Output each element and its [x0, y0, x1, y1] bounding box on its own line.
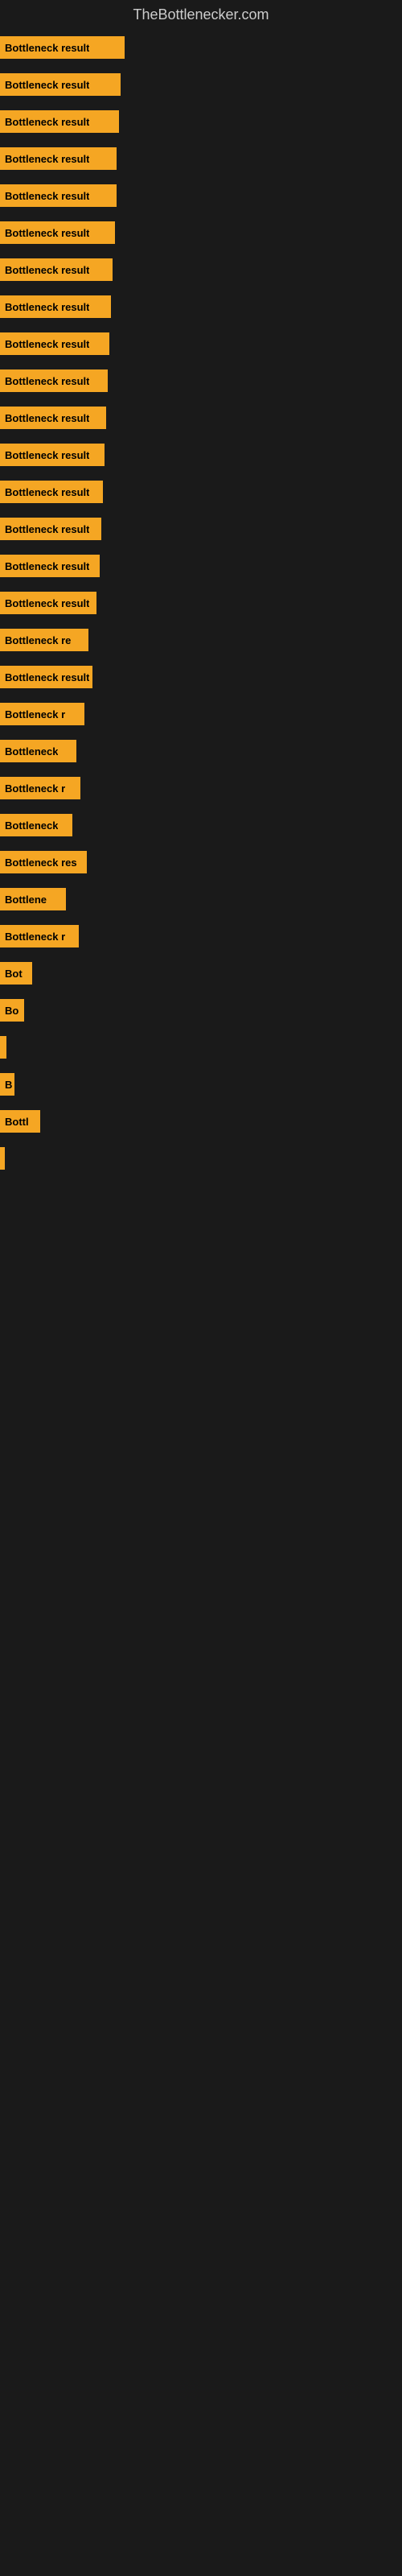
bar-label: Bottleneck res	[5, 857, 77, 869]
bar-label: Bottleneck result	[5, 338, 89, 350]
bar-label: Bottleneck result	[5, 301, 89, 313]
bottleneck-bar: Bottleneck result	[0, 444, 105, 466]
bar-row: Bo	[0, 993, 402, 1028]
bottleneck-bar: Bottl	[0, 1110, 40, 1133]
bar-label: Bottleneck result	[5, 486, 89, 498]
bottleneck-bar	[0, 1147, 5, 1170]
bottleneck-bar: Bo	[0, 999, 24, 1022]
bar-row: Bottleneck re	[0, 622, 402, 658]
bar-label: Bottleneck re	[5, 634, 71, 646]
bar-label: Bot	[5, 968, 23, 980]
bar-label: Bottleneck result	[5, 449, 89, 461]
bar-row: Bottleneck result	[0, 67, 402, 102]
bar-label: Bottleneck result	[5, 671, 89, 683]
bar-row	[0, 1030, 402, 1065]
bar-row: Bottlene	[0, 881, 402, 917]
bar-label: Bottleneck r	[5, 782, 65, 795]
bottleneck-bar: Bottleneck	[0, 740, 76, 762]
bottleneck-bar: Bottleneck result	[0, 407, 106, 429]
bottleneck-bar: Bottleneck result	[0, 258, 113, 281]
bottleneck-bar: Bottleneck result	[0, 555, 100, 577]
bottleneck-bar: Bottleneck result	[0, 666, 92, 688]
bar-label: Bottleneck result	[5, 79, 89, 91]
bottleneck-bar: Bottleneck result	[0, 518, 101, 540]
bar-label: Bottleneck result	[5, 375, 89, 387]
bar-label: Bottleneck result	[5, 116, 89, 128]
bottleneck-bar: Bottleneck result	[0, 110, 119, 133]
bottleneck-bar: Bottleneck result	[0, 369, 108, 392]
bar-row: Bottl	[0, 1104, 402, 1139]
bar-label: Bo	[5, 1005, 18, 1017]
bar-row: Bottleneck result	[0, 30, 402, 65]
bottleneck-bar: Bottleneck result	[0, 147, 117, 170]
bar-label: Bottleneck result	[5, 264, 89, 276]
bottleneck-bar: Bottleneck r	[0, 925, 79, 947]
bottleneck-bar: Bottleneck re	[0, 629, 88, 651]
bar-row: Bottleneck result	[0, 252, 402, 287]
bar-row: Bottleneck r	[0, 919, 402, 954]
bar-label: Bottleneck	[5, 819, 58, 832]
bottleneck-bar: Bottleneck result	[0, 184, 117, 207]
site-title: TheBottlenecker.com	[0, 0, 402, 30]
bar-row: Bottleneck result	[0, 474, 402, 510]
bottleneck-bar: Bottleneck result	[0, 73, 121, 96]
bar-row: Bottleneck r	[0, 770, 402, 806]
bottleneck-bar: Bottlene	[0, 888, 66, 910]
bottleneck-bar: Bottleneck r	[0, 703, 84, 725]
bar-label: Bottleneck	[5, 745, 58, 758]
bar-row: Bottleneck r	[0, 696, 402, 732]
bar-label: Bottleneck result	[5, 412, 89, 424]
bottleneck-bar: Bottleneck r	[0, 777, 80, 799]
bottleneck-bar: Bottleneck result	[0, 332, 109, 355]
bar-row: Bottleneck result	[0, 215, 402, 250]
bar-label: Bottleneck result	[5, 42, 89, 54]
bar-label: Bottleneck result	[5, 227, 89, 239]
bar-label: B	[5, 1079, 12, 1091]
bottleneck-bar: B	[0, 1073, 14, 1096]
bar-row: Bottleneck result	[0, 326, 402, 361]
bar-label: Bottleneck r	[5, 708, 65, 720]
bar-row: Bottleneck result	[0, 585, 402, 621]
bar-label: Bottleneck result	[5, 597, 89, 609]
bar-row: Bottleneck	[0, 733, 402, 769]
bar-row: Bottleneck result	[0, 141, 402, 176]
bottleneck-bar: Bottleneck result	[0, 592, 96, 614]
bottleneck-bar: Bottleneck result	[0, 481, 103, 503]
bar-row: Bottleneck result	[0, 659, 402, 695]
bottleneck-bar: Bottleneck res	[0, 851, 87, 873]
bar-row: Bottleneck result	[0, 289, 402, 324]
bar-label: Bottleneck result	[5, 560, 89, 572]
bar-label: Bottleneck result	[5, 523, 89, 535]
bottleneck-bar: Bottleneck result	[0, 221, 115, 244]
bar-row	[0, 1141, 402, 1176]
bar-row: Bot	[0, 956, 402, 991]
bottleneck-bar: Bottleneck	[0, 814, 72, 836]
bar-row: Bottleneck res	[0, 844, 402, 880]
bar-row: Bottleneck result	[0, 437, 402, 473]
bottleneck-bar: Bot	[0, 962, 32, 985]
bar-label: Bottleneck result	[5, 190, 89, 202]
bar-row: Bottleneck result	[0, 178, 402, 213]
bar-row: Bottleneck	[0, 807, 402, 843]
bottleneck-bar: Bottleneck result	[0, 295, 111, 318]
bar-label: Bottleneck r	[5, 931, 65, 943]
bar-row: Bottleneck result	[0, 400, 402, 436]
bar-row: Bottleneck result	[0, 363, 402, 398]
bottleneck-bar: Bottleneck result	[0, 36, 125, 59]
bar-label: Bottleneck result	[5, 153, 89, 165]
bar-row: B	[0, 1067, 402, 1102]
bar-label: Bottlene	[5, 894, 47, 906]
bar-row: Bottleneck result	[0, 104, 402, 139]
bar-row: Bottleneck result	[0, 511, 402, 547]
bar-row: Bottleneck result	[0, 548, 402, 584]
bottleneck-bar	[0, 1036, 6, 1059]
bar-label: Bottl	[5, 1116, 29, 1128]
